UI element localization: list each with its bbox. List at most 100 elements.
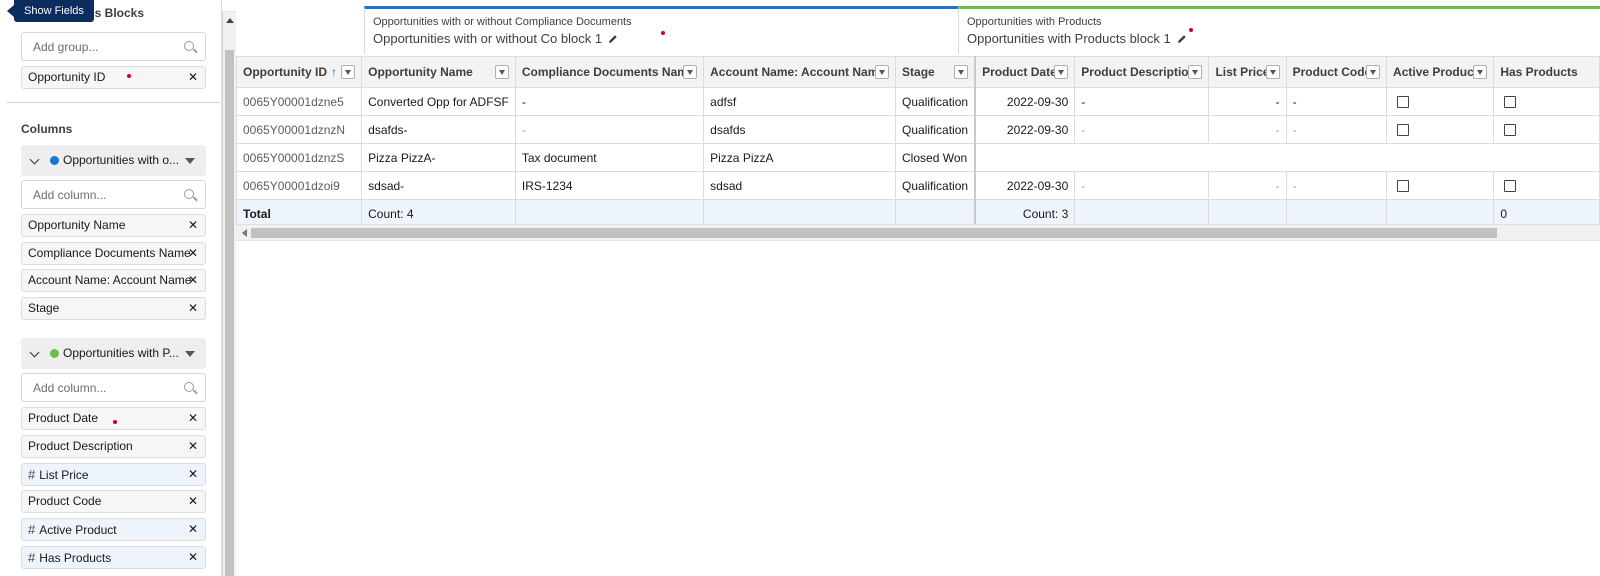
- column-header-product-code[interactable]: Product Code: [1285, 56, 1388, 88]
- show-fields-tooltip[interactable]: Show Fields: [7, 0, 94, 22]
- cell-compliance-documents-name[interactable]: Tax document: [514, 143, 705, 172]
- cell-opportunity-name[interactable]: sdsad-: [361, 171, 516, 200]
- cell-product-code[interactable]: -: [1285, 171, 1388, 200]
- add-group-input[interactable]: [22, 33, 172, 60]
- checkbox[interactable]: [1397, 180, 1410, 193]
- cell-opportunity-id[interactable]: 0065Y00001dznzN: [235, 115, 363, 144]
- cell-opportunity-name[interactable]: Converted Opp for ADFSF: [361, 87, 516, 116]
- cell-product-description[interactable]: -: [1074, 115, 1210, 144]
- column-header-active-product[interactable]: Active Product: [1386, 56, 1495, 88]
- column-pill[interactable]: Stage ✕: [21, 297, 206, 320]
- cell-product-code[interactable]: -: [1285, 87, 1388, 116]
- block-title[interactable]: Opportunities with Products block 1: [967, 31, 1187, 46]
- scroll-up-icon[interactable]: [226, 18, 234, 23]
- column-menu-icon[interactable]: [1473, 65, 1488, 79]
- caret-down-icon[interactable]: [185, 158, 195, 164]
- cell-product-code[interactable]: -: [1285, 115, 1388, 144]
- close-icon[interactable]: ✕: [188, 243, 198, 264]
- close-icon[interactable]: ✕: [188, 298, 198, 319]
- column-pill[interactable]: Product Description ✕: [21, 435, 206, 458]
- column-header-opportunity-name[interactable]: Opportunity Name: [361, 56, 516, 88]
- add-group-input-box[interactable]: [21, 32, 206, 61]
- close-icon[interactable]: ✕: [188, 547, 198, 568]
- cell-product-date[interactable]: 2022-09-30: [974, 171, 1076, 200]
- table-row[interactable]: 0065Y00001dznzS Pizza PizzA- Tax documen…: [235, 143, 1600, 172]
- column-group-header-2[interactable]: Opportunities with P...: [21, 338, 206, 369]
- column-pill-numeric[interactable]: # Active Product ✕: [21, 518, 206, 541]
- column-pill[interactable]: Account Name: Account Name ✕: [21, 269, 206, 292]
- cell-compliance-documents-name[interactable]: IRS-1234: [514, 171, 705, 200]
- cell-stage[interactable]: Qualification: [895, 171, 976, 200]
- column-menu-icon[interactable]: [683, 65, 698, 79]
- checkbox[interactable]: [1397, 124, 1410, 137]
- checkbox[interactable]: [1504, 124, 1517, 137]
- column-pill[interactable]: Product Date ✕: [21, 407, 206, 430]
- cell-opportunity-name[interactable]: Pizza PizzA-: [361, 143, 516, 172]
- table-row[interactable]: 0065Y00001dzoi9 sdsad- IRS-1234 sdsad Qu…: [235, 171, 1600, 200]
- left-panel-scrollbar[interactable]: [222, 12, 236, 576]
- close-icon[interactable]: ✕: [188, 519, 198, 540]
- table-row[interactable]: 0065Y00001dznzN dsafds- - dsafds Qualifi…: [235, 115, 1600, 144]
- column-menu-icon[interactable]: [1366, 65, 1381, 79]
- pencil-icon[interactable]: [608, 34, 618, 44]
- column-header-product-date[interactable]: Product Date: [974, 56, 1076, 88]
- cell-stage[interactable]: Qualification: [895, 115, 976, 144]
- chevron-down-icon[interactable]: [29, 347, 40, 358]
- column-pill-numeric[interactable]: # Has Products ✕: [21, 546, 206, 569]
- pencil-icon[interactable]: [1177, 34, 1187, 44]
- block-title[interactable]: Opportunities with or without Co block 1: [373, 31, 618, 46]
- close-icon[interactable]: ✕: [188, 491, 198, 512]
- caret-down-icon[interactable]: [185, 351, 195, 357]
- column-group-header-1[interactable]: Opportunities with o...: [21, 145, 206, 176]
- column-pill[interactable]: Compliance Documents Name ✕: [21, 242, 206, 265]
- scroll-left-icon[interactable]: [242, 229, 247, 237]
- checkbox[interactable]: [1397, 96, 1410, 109]
- close-icon[interactable]: ✕: [188, 270, 198, 291]
- cell-opportunity-id[interactable]: 0065Y00001dznzS: [235, 143, 363, 172]
- close-icon[interactable]: ✕: [188, 215, 198, 236]
- group-pill-opportunity-id[interactable]: Opportunity ID ✕: [21, 66, 206, 89]
- close-icon[interactable]: ✕: [188, 67, 198, 88]
- column-pill[interactable]: Product Code ✕: [21, 490, 206, 513]
- cell-list-price[interactable]: -: [1208, 171, 1287, 200]
- scrollbar-thumb[interactable]: [251, 228, 1497, 238]
- column-menu-icon[interactable]: [1265, 65, 1280, 79]
- cell-stage[interactable]: Closed Won: [895, 143, 976, 172]
- column-pill[interactable]: Opportunity Name ✕: [21, 214, 206, 237]
- close-icon[interactable]: ✕: [188, 436, 198, 457]
- cell-account-name[interactable]: adfsf: [703, 87, 897, 116]
- checkbox[interactable]: [1504, 96, 1517, 109]
- horizontal-scrollbar[interactable]: [236, 224, 1600, 240]
- cell-list-price[interactable]: -: [1208, 115, 1287, 144]
- add-column-input-box-1[interactable]: [21, 180, 206, 209]
- column-header-stage[interactable]: Stage: [895, 56, 976, 88]
- cell-compliance-documents-name[interactable]: -: [514, 115, 705, 144]
- chevron-down-icon[interactable]: [29, 154, 40, 165]
- add-column-input[interactable]: [22, 374, 172, 401]
- add-column-input[interactable]: [22, 181, 172, 208]
- column-header-product-description[interactable]: Product Description: [1074, 56, 1210, 88]
- column-header-compliance-documents-name[interactable]: Compliance Documents Name: [514, 56, 705, 88]
- cell-active-product[interactable]: [1386, 87, 1495, 116]
- cell-active-product[interactable]: [1386, 115, 1495, 144]
- cell-account-name[interactable]: sdsad: [703, 171, 897, 200]
- cell-opportunity-name[interactable]: dsafds-: [361, 115, 516, 144]
- column-pill-numeric[interactable]: # List Price ✕: [21, 463, 206, 486]
- cell-has-products[interactable]: [1493, 87, 1600, 116]
- close-icon[interactable]: ✕: [188, 408, 198, 429]
- column-menu-icon[interactable]: [341, 65, 356, 79]
- cell-compliance-documents-name[interactable]: -: [514, 87, 705, 116]
- sort-ascending-icon[interactable]: ↑: [331, 65, 337, 79]
- cell-account-name[interactable]: dsafds: [703, 115, 897, 144]
- cell-product-date[interactable]: 2022-09-30: [974, 115, 1076, 144]
- column-menu-icon[interactable]: [1054, 65, 1069, 79]
- cell-opportunity-id[interactable]: 0065Y00001dzoi9: [235, 171, 363, 200]
- cell-active-product[interactable]: [1386, 171, 1495, 200]
- table-row[interactable]: 0065Y00001dzne5 Converted Opp for ADFSF …: [235, 87, 1600, 116]
- column-header-list-price[interactable]: List Price: [1208, 56, 1287, 88]
- column-menu-icon[interactable]: [875, 65, 890, 79]
- column-menu-icon[interactable]: [954, 65, 969, 79]
- column-header-opportunity-id[interactable]: Opportunity ID ↑: [235, 56, 363, 88]
- column-header-account-name[interactable]: Account Name: Account Name: [703, 56, 897, 88]
- column-menu-icon[interactable]: [1188, 65, 1203, 79]
